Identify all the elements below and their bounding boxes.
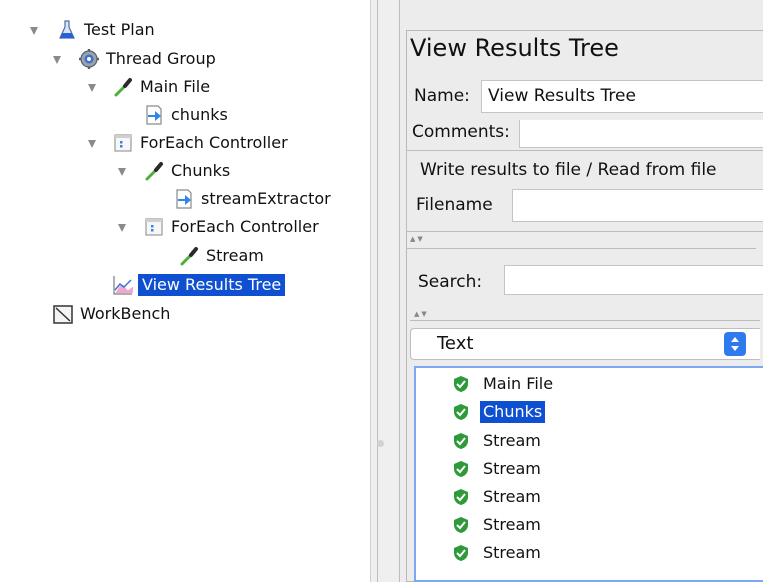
result-item[interactable]: Main File (452, 371, 556, 397)
split-pane-divider[interactable] (370, 0, 400, 582)
tree-node-stream[interactable]: Stream (178, 243, 266, 269)
section-divider (410, 320, 760, 321)
renderer-select[interactable]: Text (410, 328, 760, 360)
renderer-select-value: Text (437, 333, 474, 354)
tree-node-label: WorkBench (80, 304, 171, 323)
tree-node-label: Main File (140, 77, 211, 96)
expand-toggle-icon[interactable] (88, 84, 96, 92)
section-divider (406, 248, 756, 249)
result-item-label: Stream (483, 515, 541, 534)
search-label: Search: (418, 272, 483, 292)
result-item-label: Chunks (480, 401, 546, 423)
tree-node-label: Chunks (171, 161, 231, 180)
dropper-icon (178, 245, 200, 267)
result-item[interactable]: Stream (452, 512, 544, 538)
dropper-icon (143, 160, 165, 182)
success-shield-icon (454, 404, 468, 420)
expand-toggle-icon[interactable] (88, 140, 96, 148)
flask-icon (56, 19, 78, 41)
name-field-value: View Results Tree (488, 86, 636, 106)
controller-icon (112, 132, 134, 154)
success-shield-icon (454, 433, 468, 449)
controller-icon (143, 216, 165, 238)
chart-icon (112, 274, 134, 296)
tree-node-main-file[interactable]: Main File (112, 74, 212, 100)
result-item-label: Main File (483, 374, 554, 393)
search-input[interactable] (504, 265, 763, 295)
tree-node-label: ForEach Controller (171, 217, 319, 236)
arrow-doc-icon (143, 104, 165, 126)
expand-toggle-icon[interactable] (118, 224, 126, 232)
panel-title: View Results Tree (410, 34, 619, 62)
tree-node-workbench[interactable]: WorkBench (52, 301, 172, 327)
tree-node-label-selected: View Results Tree (138, 274, 286, 296)
success-shield-icon (454, 461, 468, 477)
tree-node-chunks[interactable]: Chunks (143, 158, 232, 184)
tree-node-label: chunks (171, 105, 228, 124)
tree-node-foreach-controller-nested[interactable]: ForEach Controller (143, 214, 321, 240)
tree-node-label: streamExtractor (201, 189, 331, 208)
name-field[interactable]: View Results Tree (481, 80, 763, 113)
tree-node-label: ForEach Controller (140, 133, 288, 152)
filename-label: Filename (416, 195, 493, 215)
result-item[interactable]: Stream (452, 428, 544, 454)
tree-node-label: Thread Group (106, 49, 216, 68)
tree-node-foreach-controller[interactable]: ForEach Controller (112, 130, 290, 156)
comments-label: Comments: (412, 122, 510, 142)
result-item-label: Stream (483, 431, 541, 450)
tree-node-stream-extractor[interactable]: streamExtractor (173, 186, 333, 212)
expand-toggle-icon[interactable] (53, 56, 61, 64)
file-group-title: Write results to file / Read from file (418, 160, 719, 180)
filename-field[interactable] (512, 189, 763, 222)
result-item[interactable]: Stream (452, 484, 544, 510)
collapse-arrows-icon[interactable]: ▲▼ (414, 310, 429, 318)
workbench-icon (52, 303, 74, 325)
result-item-label: Stream (483, 487, 541, 506)
success-shield-icon (454, 376, 468, 392)
expand-toggle-icon[interactable] (118, 168, 126, 176)
result-item[interactable]: Stream (452, 540, 544, 566)
tree-node-view-results-tree[interactable]: View Results Tree (112, 272, 286, 298)
success-shield-icon (454, 545, 468, 561)
tree-node-chunks-extractor[interactable]: chunks (143, 102, 230, 128)
success-shield-icon (454, 489, 468, 505)
name-label: Name: (414, 86, 470, 106)
result-item-selected[interactable]: Chunks (452, 399, 546, 425)
gear-icon (78, 48, 100, 70)
result-item-label: Stream (483, 543, 541, 562)
tree-node-test-plan[interactable]: Test Plan (56, 17, 157, 43)
arrow-doc-icon (173, 188, 195, 210)
dropper-icon (112, 76, 134, 98)
divider-line (377, 0, 378, 582)
result-item-label: Stream (483, 459, 541, 478)
comments-field[interactable] (519, 120, 763, 148)
result-item[interactable]: Stream (452, 456, 544, 482)
collapse-arrows-icon[interactable]: ▲▼ (410, 235, 425, 243)
tree-node-thread-group[interactable]: Thread Group (78, 46, 218, 72)
divider-grip-icon[interactable] (377, 440, 384, 447)
tree-node-label: Test Plan (84, 20, 155, 39)
tree-node-label: Stream (206, 246, 264, 265)
success-shield-icon (454, 517, 468, 533)
chevron-updown-icon[interactable] (724, 332, 746, 356)
expand-toggle-icon[interactable] (30, 27, 38, 35)
test-plan-tree: Test Plan Thread Group Main File chunks … (0, 0, 370, 582)
